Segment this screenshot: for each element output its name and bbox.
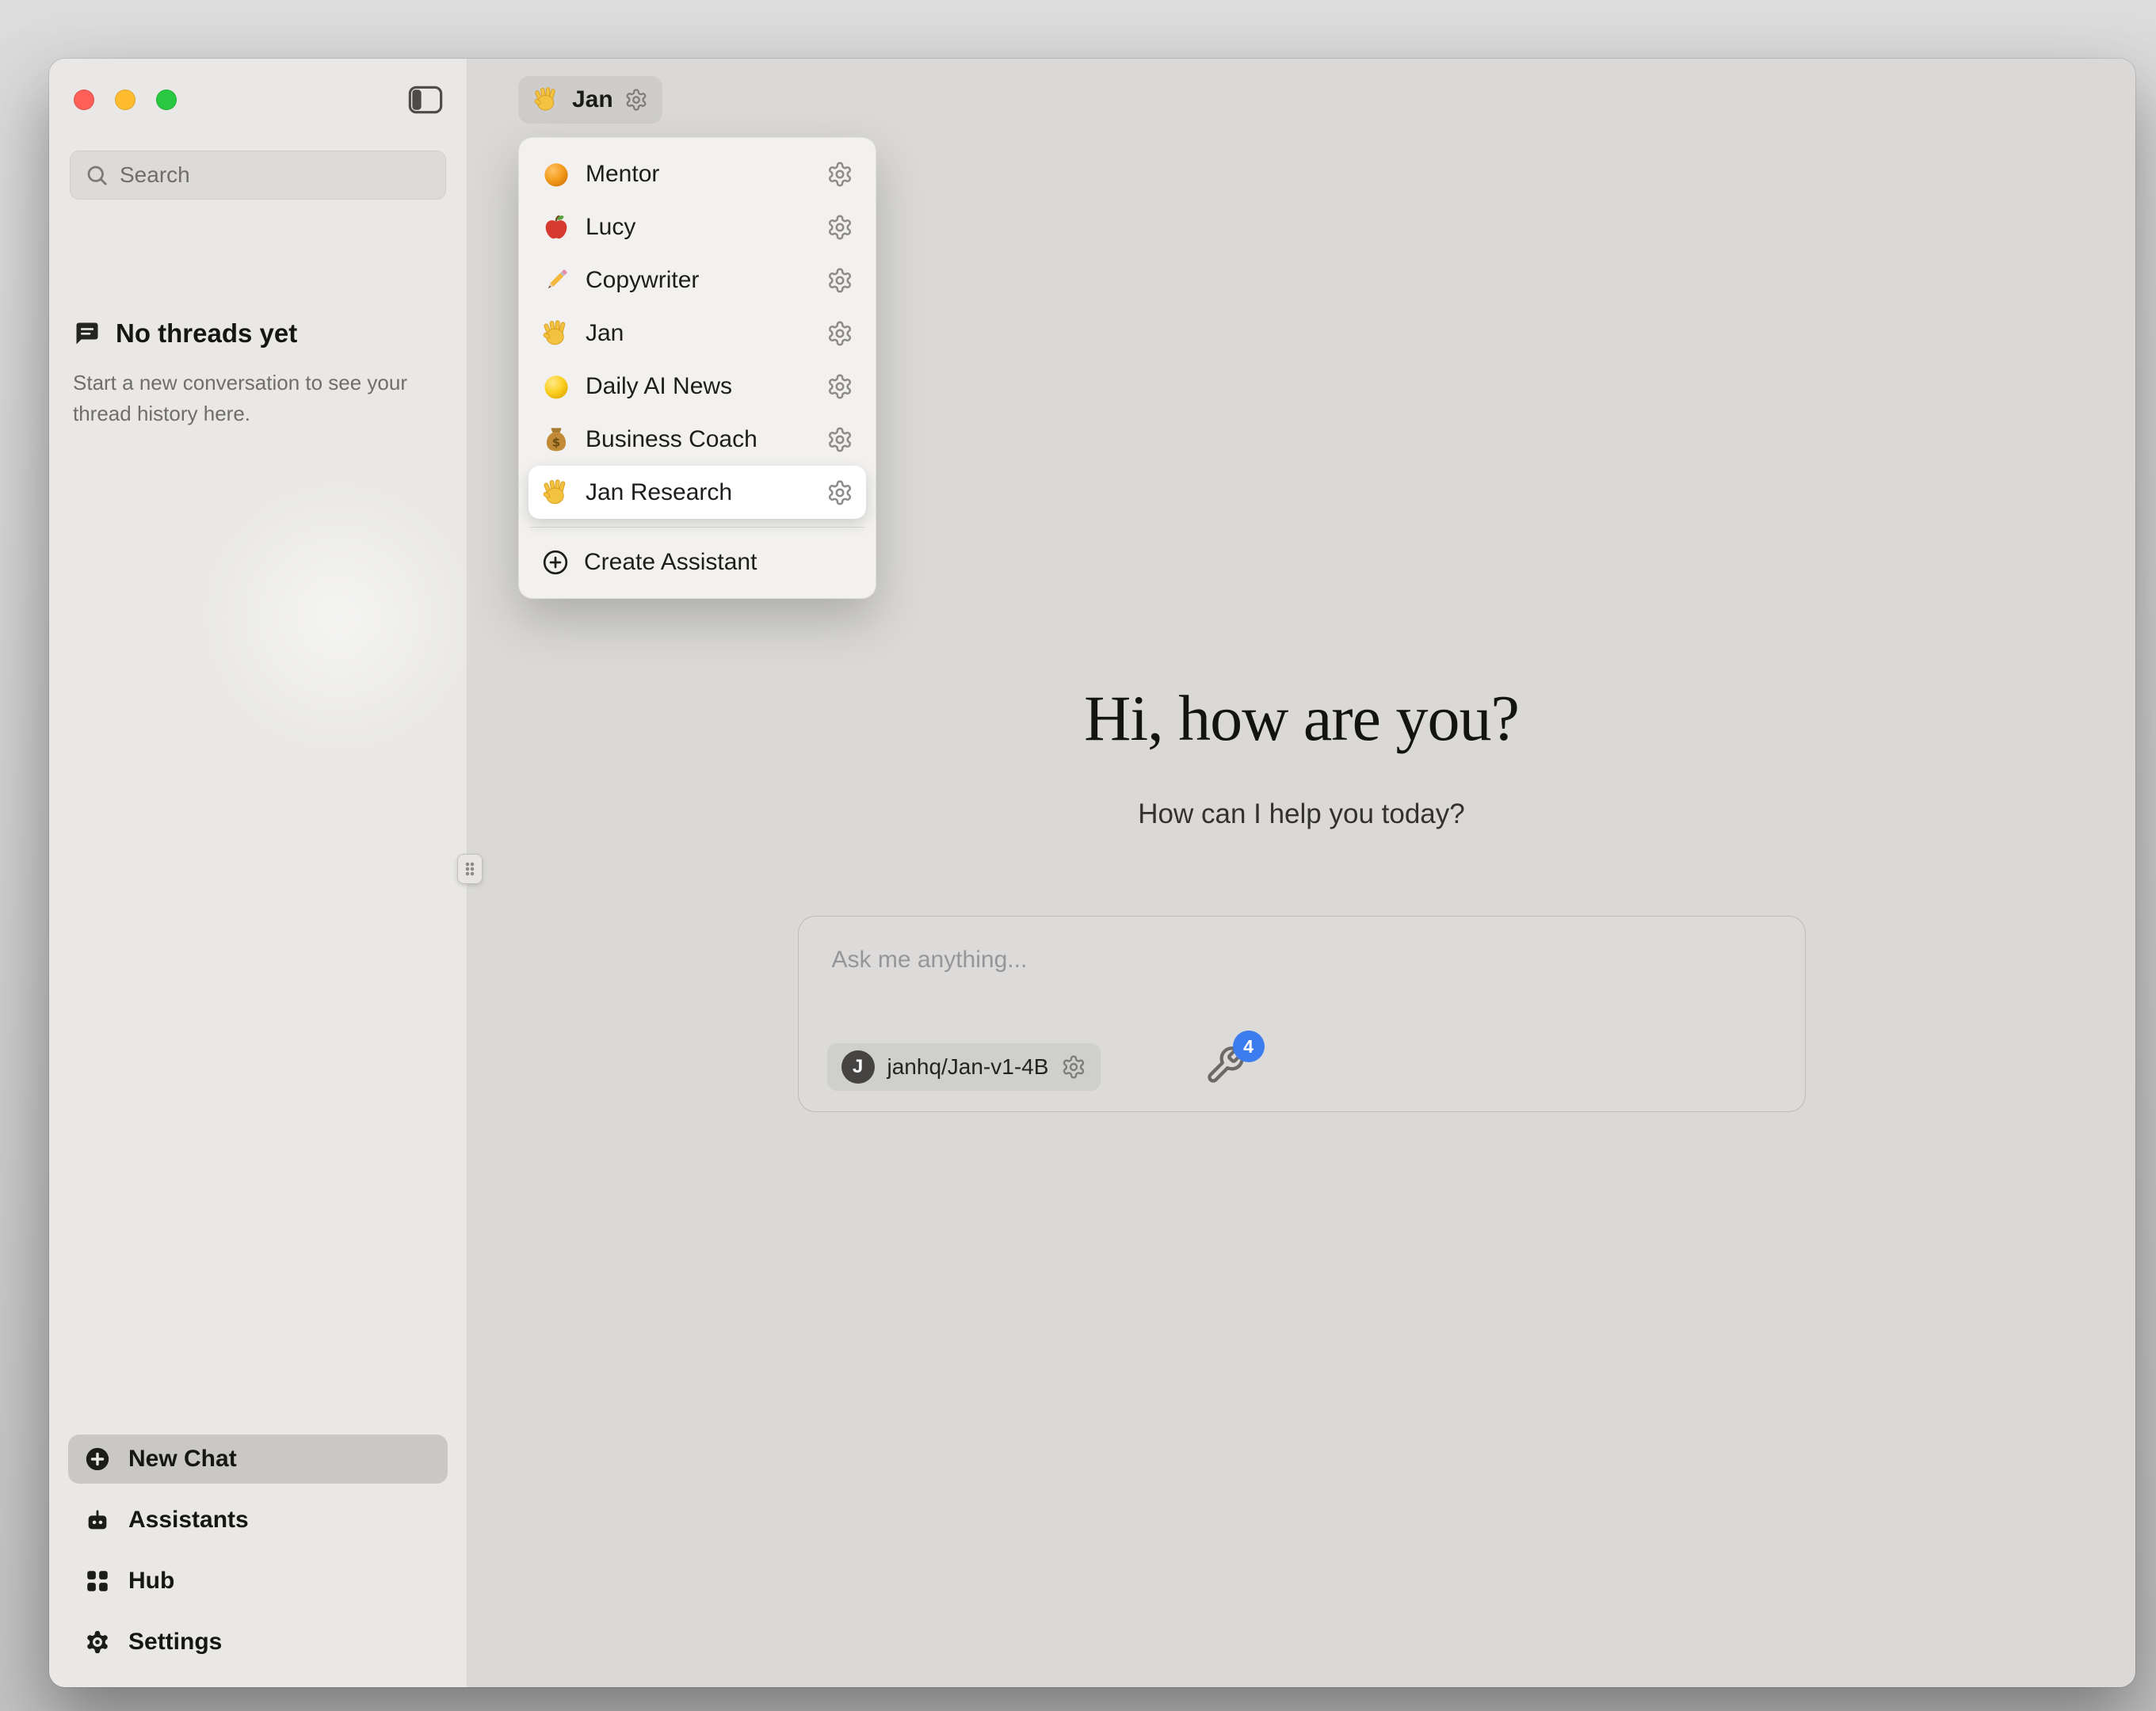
gear-icon[interactable]: [826, 267, 853, 294]
assistant-dropdown-menu: Mentor Lucy Copywriter Jan Daily AI News: [518, 137, 876, 599]
menu-item-label: Jan: [586, 320, 624, 347]
model-avatar: J: [841, 1050, 875, 1084]
menu-item-label: Daily AI News: [586, 373, 732, 400]
gear-icon[interactable]: [826, 426, 853, 453]
close-window-button[interactable]: [74, 90, 94, 110]
assistant-selector-button[interactable]: Jan: [518, 76, 662, 124]
sidebar-item-assistants[interactable]: Assistants: [68, 1496, 448, 1545]
gear-icon[interactable]: [826, 373, 853, 400]
grid-icon: [84, 1568, 111, 1595]
empty-state-title: No threads yet: [116, 318, 297, 349]
sidebar-toggle-icon[interactable]: [408, 85, 443, 115]
menu-item-mentor[interactable]: Mentor: [529, 147, 866, 200]
empty-state-description: Start a new conversation to see your thr…: [73, 368, 422, 429]
create-assistant-label: Create Assistant: [584, 549, 757, 576]
menu-item-jan-research[interactable]: Jan Research: [529, 466, 866, 519]
gear-icon[interactable]: [826, 214, 853, 241]
yellow-circle-icon: [541, 372, 571, 402]
create-assistant-button[interactable]: Create Assistant: [529, 535, 866, 589]
greeting-subtitle: How can I help you today?: [467, 798, 2135, 830]
wave-hand-icon: [532, 86, 561, 114]
sidebar-watermark: [184, 463, 493, 772]
zoom-window-button[interactable]: [156, 90, 177, 110]
gear-icon: [84, 1629, 111, 1656]
apple-icon: [541, 212, 571, 242]
search-input[interactable]: [120, 162, 431, 188]
sidebar-resize-handle[interactable]: [457, 854, 483, 884]
nav-item-label: Hub: [128, 1568, 174, 1595]
sidebar-item-settings[interactable]: Settings: [68, 1618, 448, 1667]
menu-item-label: Lucy: [586, 214, 635, 241]
sidebar: No threads yet Start a new conversation …: [49, 59, 467, 1687]
assistant-name: Jan: [572, 86, 613, 113]
wave-hand-icon: [541, 318, 571, 349]
chat-composer: J janhq/Jan-v1-4B 4: [798, 916, 1806, 1112]
nav-item-label: Assistants: [128, 1507, 249, 1534]
menu-item-label: Mentor: [586, 161, 659, 188]
welcome-block: Hi, how are you? How can I help you toda…: [467, 681, 2135, 830]
chat-input[interactable]: [832, 947, 1772, 1018]
sidebar-nav: New Chat Assistants Hub Settings: [68, 1435, 448, 1667]
sidebar-item-hub[interactable]: Hub: [68, 1557, 448, 1606]
menu-item-daily-ai-news[interactable]: Daily AI News: [529, 360, 866, 413]
menu-item-business-coach[interactable]: Business Coach: [529, 413, 866, 466]
nav-item-label: New Chat: [128, 1446, 237, 1473]
model-selector-button[interactable]: J janhq/Jan-v1-4B: [827, 1043, 1101, 1091]
nav-item-label: Settings: [128, 1629, 222, 1656]
orange-circle-icon: [541, 159, 571, 189]
wave-hand-icon: [541, 478, 571, 508]
gear-icon[interactable]: [826, 320, 853, 347]
money-bag-icon: [541, 425, 571, 455]
minimize-window-button[interactable]: [115, 90, 135, 110]
menu-item-jan[interactable]: Jan: [529, 307, 866, 360]
window-titlebar: [49, 59, 467, 141]
menu-separator: [530, 527, 864, 528]
gear-icon[interactable]: [826, 479, 853, 506]
menu-item-copywriter[interactable]: Copywriter: [529, 253, 866, 307]
tools-count-badge: 4: [1233, 1031, 1265, 1062]
plus-circle-icon: [84, 1446, 111, 1473]
threads-empty-state: No threads yet Start a new conversation …: [73, 318, 443, 429]
menu-item-label: Business Coach: [586, 426, 757, 453]
menu-item-lucy[interactable]: Lucy: [529, 200, 866, 253]
search-box: [70, 151, 446, 200]
app-window: No threads yet Start a new conversation …: [49, 59, 2135, 1687]
gear-icon[interactable]: [624, 88, 648, 112]
bot-icon: [84, 1507, 111, 1534]
menu-item-label: Copywriter: [586, 267, 699, 294]
search-icon: [85, 163, 109, 187]
chat-bubble-icon: [73, 319, 101, 348]
pencil-icon: [541, 265, 571, 295]
plus-circle-icon: [541, 548, 570, 577]
greeting-title: Hi, how are you?: [467, 681, 2135, 756]
tools-button[interactable]: 4: [1204, 1045, 1249, 1089]
gear-icon[interactable]: [1061, 1054, 1086, 1080]
chat-main: Jan Mentor Lucy Copywriter: [467, 59, 2135, 1687]
gear-icon[interactable]: [826, 161, 853, 188]
sidebar-item-new-chat[interactable]: New Chat: [68, 1435, 448, 1484]
menu-item-label: Jan Research: [586, 479, 732, 506]
model-name: janhq/Jan-v1-4B: [887, 1054, 1049, 1080]
